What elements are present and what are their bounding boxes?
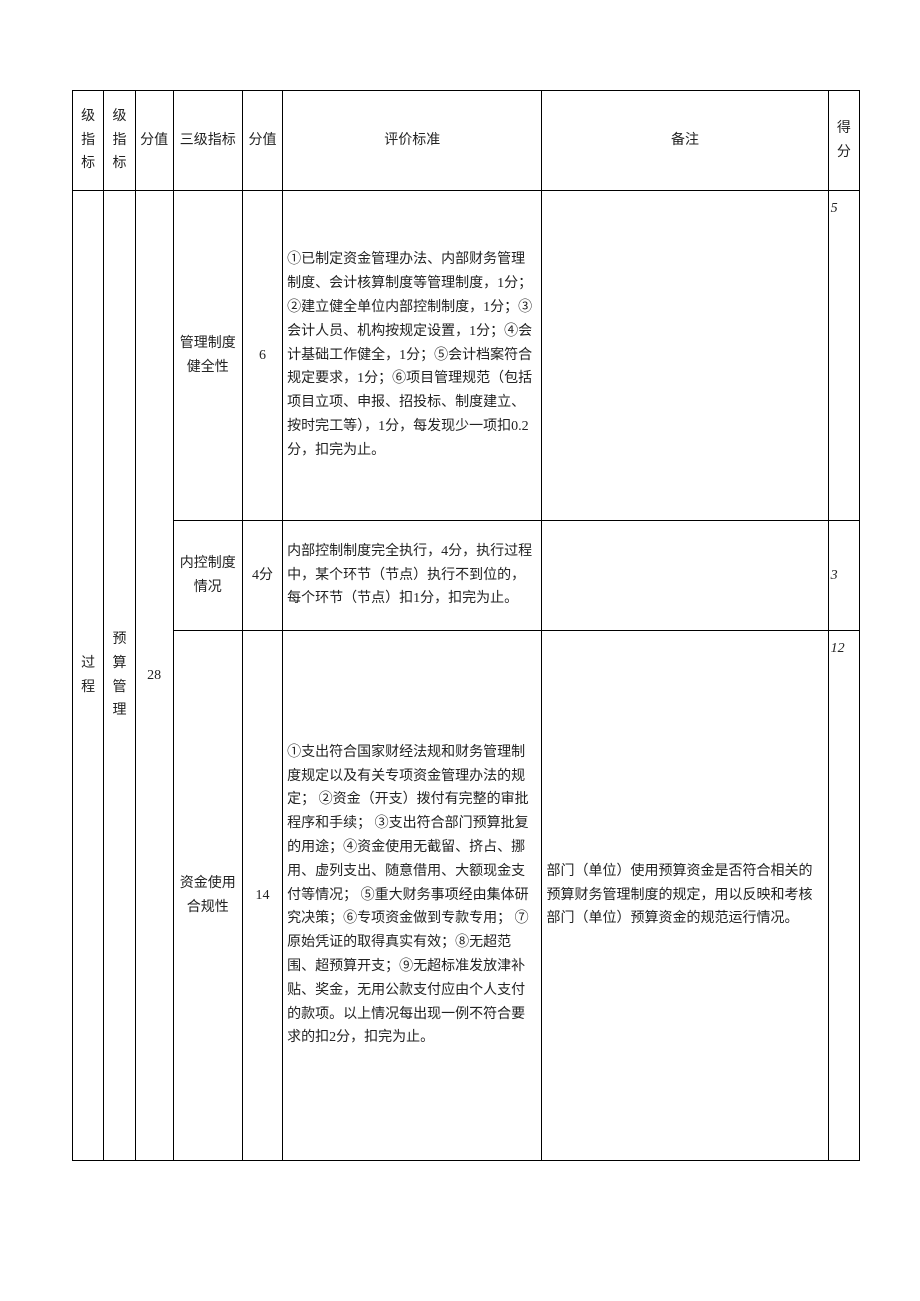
table-header-row: 级指标 级指标 分值 三级指标 分值 评价标准 备注 得分: [73, 91, 860, 191]
level2-indicator: 预算管理: [104, 191, 135, 1161]
level2-score: 28: [135, 191, 173, 1161]
score-obtained: 12: [828, 631, 859, 1161]
score-obtained: 5: [828, 191, 859, 521]
level3-score: 4分: [242, 521, 282, 631]
evaluation-table: 级指标 级指标 分值 三级指标 分值 评价标准 备注 得分 过程 预算管理 28…: [72, 90, 860, 1161]
level3-indicator: 资金使用合规性: [173, 631, 242, 1161]
header-col-2: 级指标: [104, 91, 135, 191]
criteria-text: ①已制定资金管理办法、内部财务管理制度、会计核算制度等管理制度，1分； ②建立健…: [283, 191, 542, 521]
remark-text: 部门（单位）使用预算资金是否符合相关的预算财务管理制度的规定，用以反映和考核部门…: [542, 631, 828, 1161]
table-row: 内控制度情况 4分 内部控制制度完全执行，4分，执行过程中，某个环节（节点）执行…: [73, 521, 860, 631]
table-row: 资金使用合规性 14 ①支出符合国家财经法规和财务管理制度规定以及有关专项资金管…: [73, 631, 860, 1161]
criteria-text: ①支出符合国家财经法规和财务管理制度规定以及有关专项资金管理办法的规定； ②资金…: [283, 631, 542, 1161]
level1-indicator: 过程: [73, 191, 104, 1161]
remark-text: [542, 191, 828, 521]
score-obtained: 3: [828, 521, 859, 631]
level3-score: 14: [242, 631, 282, 1161]
header-col-6: 评价标准: [283, 91, 542, 191]
level3-score: 6: [242, 191, 282, 521]
header-col-4: 三级指标: [173, 91, 242, 191]
table-row: 过程 预算管理 28 管理制度健全性 6 ①已制定资金管理办法、内部财务管理制度…: [73, 191, 860, 521]
header-col-3: 分值: [135, 91, 173, 191]
header-col-8: 得分: [828, 91, 859, 191]
level3-indicator: 内控制度情况: [173, 521, 242, 631]
header-col-1: 级指标: [73, 91, 104, 191]
criteria-text: 内部控制制度完全执行，4分，执行过程中，某个环节（节点）执行不到位的，每个环节（…: [283, 521, 542, 631]
header-col-5: 分值: [242, 91, 282, 191]
level3-indicator: 管理制度健全性: [173, 191, 242, 521]
header-col-7: 备注: [542, 91, 828, 191]
remark-text: [542, 521, 828, 631]
